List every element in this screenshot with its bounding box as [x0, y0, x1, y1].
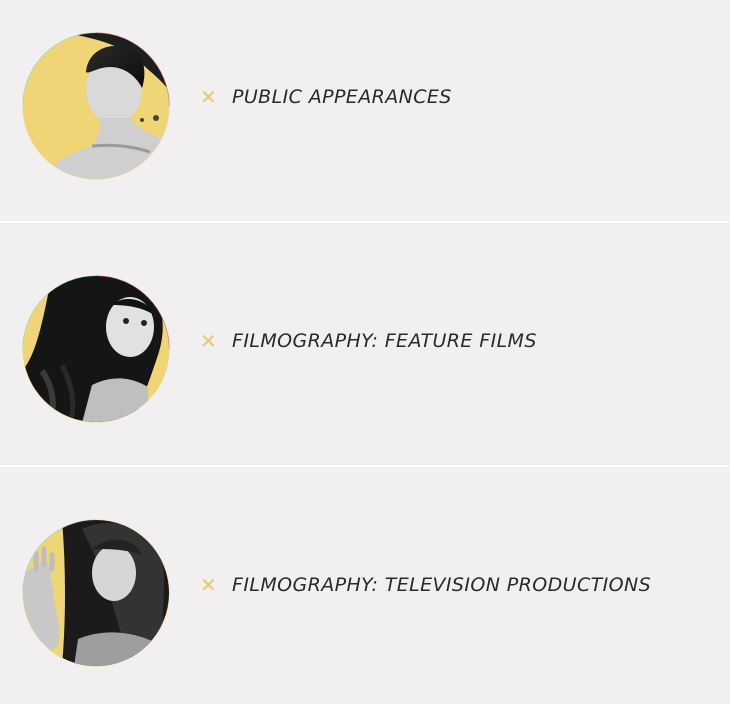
- category-label: FILMOGRAPHY: FEATURE FILMS: [232, 330, 537, 352]
- list-item: ✕ FILMOGRAPHY: TELEVISION PRODUCTIONS: [0, 467, 730, 688]
- category-label: FILMOGRAPHY: TELEVISION PRODUCTIONS: [232, 574, 652, 596]
- list-item: ✕ PUBLIC APPEARANCES: [0, 0, 730, 221]
- portrait-thumbnail[interactable]: [22, 275, 170, 423]
- portrait-thumbnail[interactable]: [22, 519, 170, 667]
- x-icon: ✕: [200, 573, 218, 597]
- category-list: ✕ PUBLIC APPEARANCES ✕ FILMOGRAPHY: FEAT…: [0, 0, 730, 704]
- x-icon: ✕: [200, 329, 218, 353]
- x-icon: ✕: [200, 85, 218, 109]
- category-link-public-appearances[interactable]: ✕ PUBLIC APPEARANCES: [200, 85, 452, 109]
- category-label: PUBLIC APPEARANCES: [232, 86, 452, 108]
- list-item: ✕ FILMOGRAPHY: FEATURE FILMS: [0, 223, 730, 444]
- portrait-thumbnail[interactable]: [22, 32, 170, 180]
- category-link-feature-films[interactable]: ✕ FILMOGRAPHY: FEATURE FILMS: [200, 329, 537, 353]
- category-link-television-productions[interactable]: ✕ FILMOGRAPHY: TELEVISION PRODUCTIONS: [200, 573, 651, 597]
